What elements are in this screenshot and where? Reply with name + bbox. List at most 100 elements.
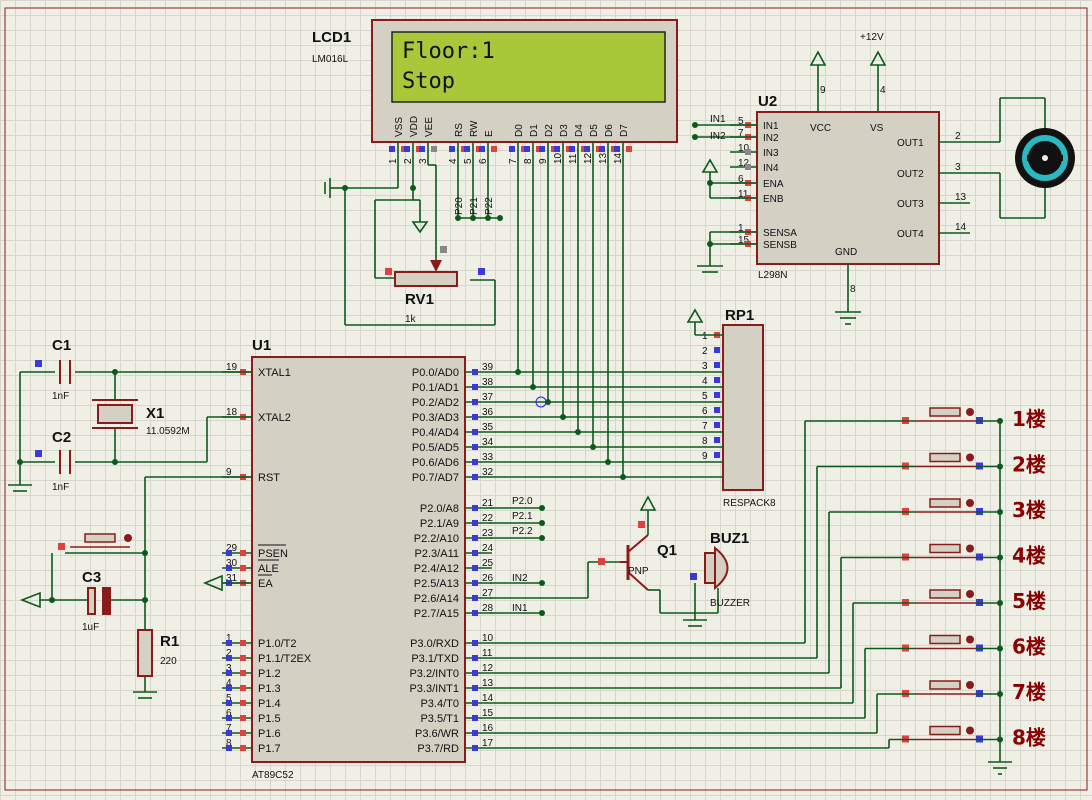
floor-label-8: 8楼 (1012, 726, 1046, 750)
lcd-pin-num: 14 (613, 152, 624, 164)
rp1-pin-num: 9 (702, 451, 708, 462)
lcd-pin-num: 9 (538, 158, 549, 164)
floor-button-5[interactable]: 5楼 (902, 589, 1046, 613)
floor-button-6[interactable]: 6楼 (902, 635, 1046, 659)
c2[interactable]: C2 1nF (35, 429, 71, 493)
floor-button-3[interactable]: 3楼 (902, 498, 1046, 522)
c3-ref: C3 (82, 569, 101, 586)
u1-pin-num: 39 (482, 362, 494, 373)
oscillator (8, 371, 252, 492)
rp1-pin-num: 1 (702, 331, 708, 342)
p2-net-2: P2.2 (512, 526, 533, 537)
lcd-pin-num: 3 (418, 158, 429, 164)
reset-button[interactable] (58, 533, 132, 550)
lcd-line2: Stop (402, 69, 455, 94)
u1-pin-num: 10 (482, 633, 494, 644)
rp1[interactable]: RP1 RESPACK8 1 2 3 4 5 6 7 8 9 (686, 307, 776, 509)
rv1-value: 1k (405, 314, 417, 325)
rp1-pin-num: 8 (702, 436, 708, 447)
u1-pin-p1-2: P1.2 (258, 668, 281, 680)
lcd-pin-vee: VEE (424, 117, 435, 137)
u1-pin-num: 32 (482, 467, 494, 478)
u1-pin-p2-5-a13: P2.5/A13 (414, 578, 459, 590)
u1-pin-p3-2-int0: P3.2/INT0 (409, 668, 459, 680)
motor-icon[interactable] (1015, 128, 1075, 188)
lcd-pin-d5: D5 (589, 124, 600, 137)
lcd-pin-num: 11 (568, 153, 579, 164)
u2-pin-sensa: SENSA (763, 228, 797, 239)
q1[interactable]: PNP Q1 (598, 495, 719, 614)
lcd-pin-num: 2 (403, 158, 414, 164)
u2-pin-num: 14 (955, 222, 967, 233)
u1-pin-num: 33 (482, 452, 494, 463)
u1-pin-xtal1: XTAL1 (258, 367, 291, 379)
lcd1[interactable]: Floor:1 Stop LCD1 LM016L VSS 1 VDD 2 VEE 3 RS 4… (312, 19, 678, 165)
u2-pin-ena: ENA (763, 179, 784, 190)
lcd-pin-vss: VSS (394, 117, 405, 137)
q1-ref: Q1 (657, 542, 677, 559)
lcd-port-label-2: P22 (484, 197, 495, 215)
supply-label: +12V (860, 32, 884, 43)
u1-pin-p3-1-txd: P3.1/TXD (411, 653, 459, 665)
q1-type: PNP (628, 566, 649, 577)
floor-button-2[interactable]: 2楼 (902, 453, 1046, 477)
c3[interactable]: C3 1uF (82, 569, 111, 633)
lcd-pin-d3: D3 (559, 124, 570, 137)
u2-pin-gnd-num: 8 (850, 284, 856, 295)
u2[interactable]: U2 L298N IN15IN27IN310IN412ENA6ENB11SENS… (730, 32, 967, 295)
u1-model: AT89C52 (252, 770, 294, 781)
u1-pin-num: 34 (482, 437, 494, 448)
c1[interactable]: C1 1nF (35, 337, 71, 402)
u2-pin-num: 3 (955, 162, 961, 173)
u2-net-in2: IN2 (710, 131, 726, 142)
u1[interactable]: U1 AT89C52 XTAL119XTAL218RST9PSEN29ALE30… (222, 337, 494, 781)
rp1-pin-num: 4 (702, 376, 708, 387)
lcd-pin-num: 5 (463, 158, 474, 164)
buz1[interactable]: BUZ1 BUZZER (683, 530, 750, 627)
u1-pin-xtal2: XTAL2 (258, 412, 291, 424)
u1-pin-p0-2-ad2: P0.2/AD2 (412, 397, 459, 409)
u1-pin-p0-4-ad4: P0.4/AD4 (412, 427, 459, 439)
rp1-pin-num: 3 (702, 361, 708, 372)
rv1[interactable]: RV1 1k (385, 246, 485, 325)
u2-pin-in2: IN2 (763, 133, 779, 144)
u1-pin-p3-4-t0: P3.4/T0 (420, 698, 459, 710)
u1-pin-p1-3: P1.3 (258, 683, 281, 695)
u2-pin-in3: IN3 (763, 148, 779, 159)
u1-pin-p1-1-t2ex: P1.1/T2EX (258, 653, 312, 665)
floor-button-1[interactable]: 1楼 (902, 407, 1046, 431)
floor-label-1: 1楼 (1012, 407, 1046, 431)
u1-pin-ea: EA (258, 578, 273, 590)
lcd-port-label-1: P21 (469, 197, 480, 215)
lcd-pin-d2: D2 (544, 124, 555, 137)
u1-pin-p1-6: P1.6 (258, 728, 281, 740)
rp1-pin-num: 7 (702, 421, 708, 432)
u2-pin-out1: OUT1 (897, 138, 924, 149)
u1-pin-p0-3-ad3: P0.3/AD3 (412, 412, 459, 424)
u1-pin-p1-4: P1.4 (258, 698, 281, 710)
u1-pin-p3-7-rd: P3.7/RD (417, 743, 459, 755)
c1-value: 1nF (52, 391, 69, 402)
rv1-ref: RV1 (405, 291, 434, 308)
u1-pin-p0-6-ad6: P0.6/AD6 (412, 457, 459, 469)
buz1-model: BUZZER (710, 598, 750, 609)
p2-net-0: P2.0 (512, 496, 533, 507)
x1[interactable]: X1 11.0592M (92, 399, 190, 437)
lcd1-ref: LCD1 (312, 29, 351, 46)
floor-label-4: 4楼 (1012, 544, 1046, 568)
lcd-line1: Floor:1 (402, 39, 495, 64)
u1-pin-p2-6-a14: P2.6/A14 (414, 593, 459, 605)
floor-button-7[interactable]: 7楼 (902, 680, 1046, 704)
u1-pin-num: 17 (482, 738, 494, 749)
u1-pin-num: 11 (482, 648, 493, 659)
floor-button-8[interactable]: 8楼 (902, 726, 1046, 750)
u1-pin-p2-3-a11: P2.3/A11 (415, 548, 459, 560)
r1[interactable]: R1 220 (137, 629, 179, 677)
floor-button-4[interactable]: 4楼 (902, 544, 1046, 568)
u2-pin-vcc-num: 9 (820, 85, 826, 96)
p2-net-in1: IN1 (512, 603, 528, 614)
u2-model: L298N (758, 270, 787, 281)
lcd-pin-num: 4 (448, 158, 459, 164)
u1-pin-num: 15 (482, 708, 494, 719)
u2-pin-vs-num: 4 (880, 85, 886, 96)
